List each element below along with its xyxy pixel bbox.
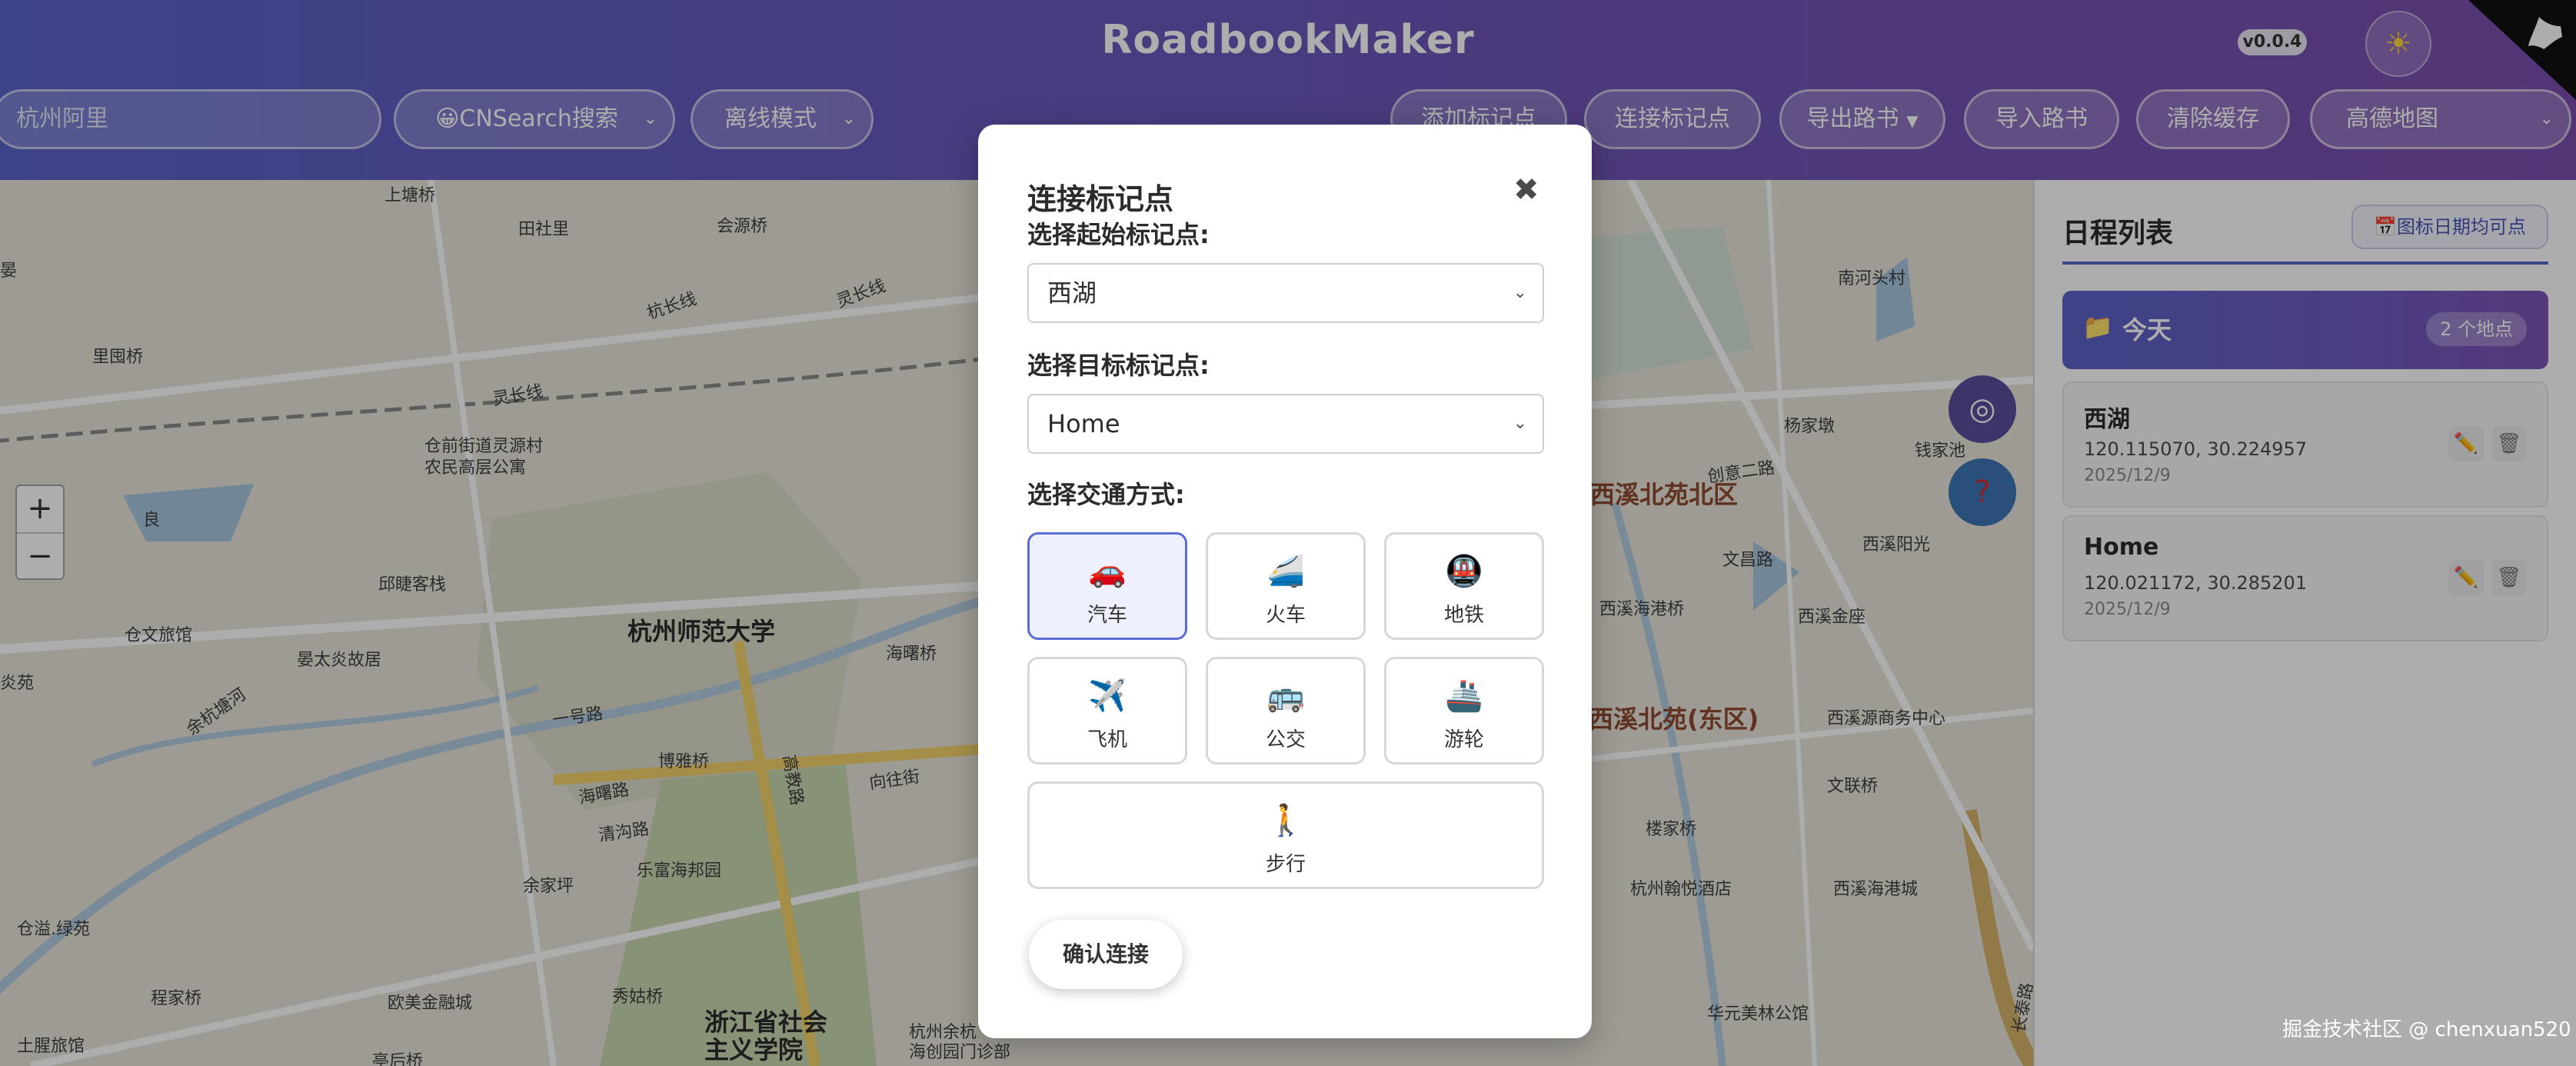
chevron-down-icon: ⌄ bbox=[1513, 414, 1527, 433]
metro-icon: 🚇 bbox=[1445, 554, 1483, 589]
mode-ship-button[interactable]: 🚢 游轮 bbox=[1384, 657, 1544, 765]
bus-icon: 🚌 bbox=[1266, 678, 1305, 714]
plane-icon: ✈️ bbox=[1088, 678, 1127, 714]
dialog-title: 连接标记点 bbox=[1027, 182, 1174, 216]
start-marker-value: 西湖 bbox=[1047, 278, 1097, 308]
mode-metro-button[interactable]: 🚇 地铁 bbox=[1384, 532, 1544, 640]
start-marker-select[interactable]: 西湖 ⌄ bbox=[1027, 263, 1544, 323]
mode-label: 飞机 bbox=[1087, 728, 1127, 751]
target-marker-label: 选择目标标记点: bbox=[1027, 351, 1210, 380]
mode-label: 地铁 bbox=[1443, 604, 1484, 627]
mode-label: 火车 bbox=[1265, 604, 1306, 627]
ship-icon: 🚢 bbox=[1445, 678, 1483, 714]
connect-markers-dialog: 连接标记点 ✖ 选择起始标记点: 西湖 ⌄ 选择目标标记点: Home ⌄ 选择… bbox=[978, 125, 1592, 1038]
confirm-connect-button[interactable]: 确认连接 bbox=[1029, 920, 1183, 989]
mode-train-button[interactable]: 🚄 火车 bbox=[1206, 532, 1366, 640]
train-icon: 🚄 bbox=[1266, 554, 1305, 589]
mode-plane-button[interactable]: ✈️ 飞机 bbox=[1027, 657, 1187, 765]
mode-bus-button[interactable]: 🚌 公交 bbox=[1206, 657, 1366, 765]
chevron-down-icon: ⌄ bbox=[1513, 283, 1527, 302]
mode-label: 公交 bbox=[1265, 728, 1306, 751]
start-marker-label: 选择起始标记点: bbox=[1027, 220, 1210, 249]
mode-label: 游轮 bbox=[1443, 728, 1484, 751]
mode-label: 汽车 bbox=[1087, 604, 1127, 627]
target-marker-value: Home bbox=[1047, 409, 1120, 438]
mode-label: 步行 bbox=[1265, 853, 1306, 876]
close-icon[interactable]: ✖ bbox=[1513, 172, 1539, 208]
mode-walk-button[interactable]: 🚶 步行 bbox=[1027, 781, 1544, 889]
target-marker-select[interactable]: Home ⌄ bbox=[1027, 394, 1544, 454]
walk-icon: 🚶 bbox=[1266, 803, 1305, 838]
watermark: 掘金技术社区 @ chenxuan520 bbox=[2282, 1018, 2571, 1041]
transport-mode-label: 选择交通方式: bbox=[1027, 480, 1185, 509]
car-icon: 🚗 bbox=[1088, 554, 1127, 589]
mode-car-button[interactable]: 🚗 汽车 bbox=[1027, 532, 1187, 640]
